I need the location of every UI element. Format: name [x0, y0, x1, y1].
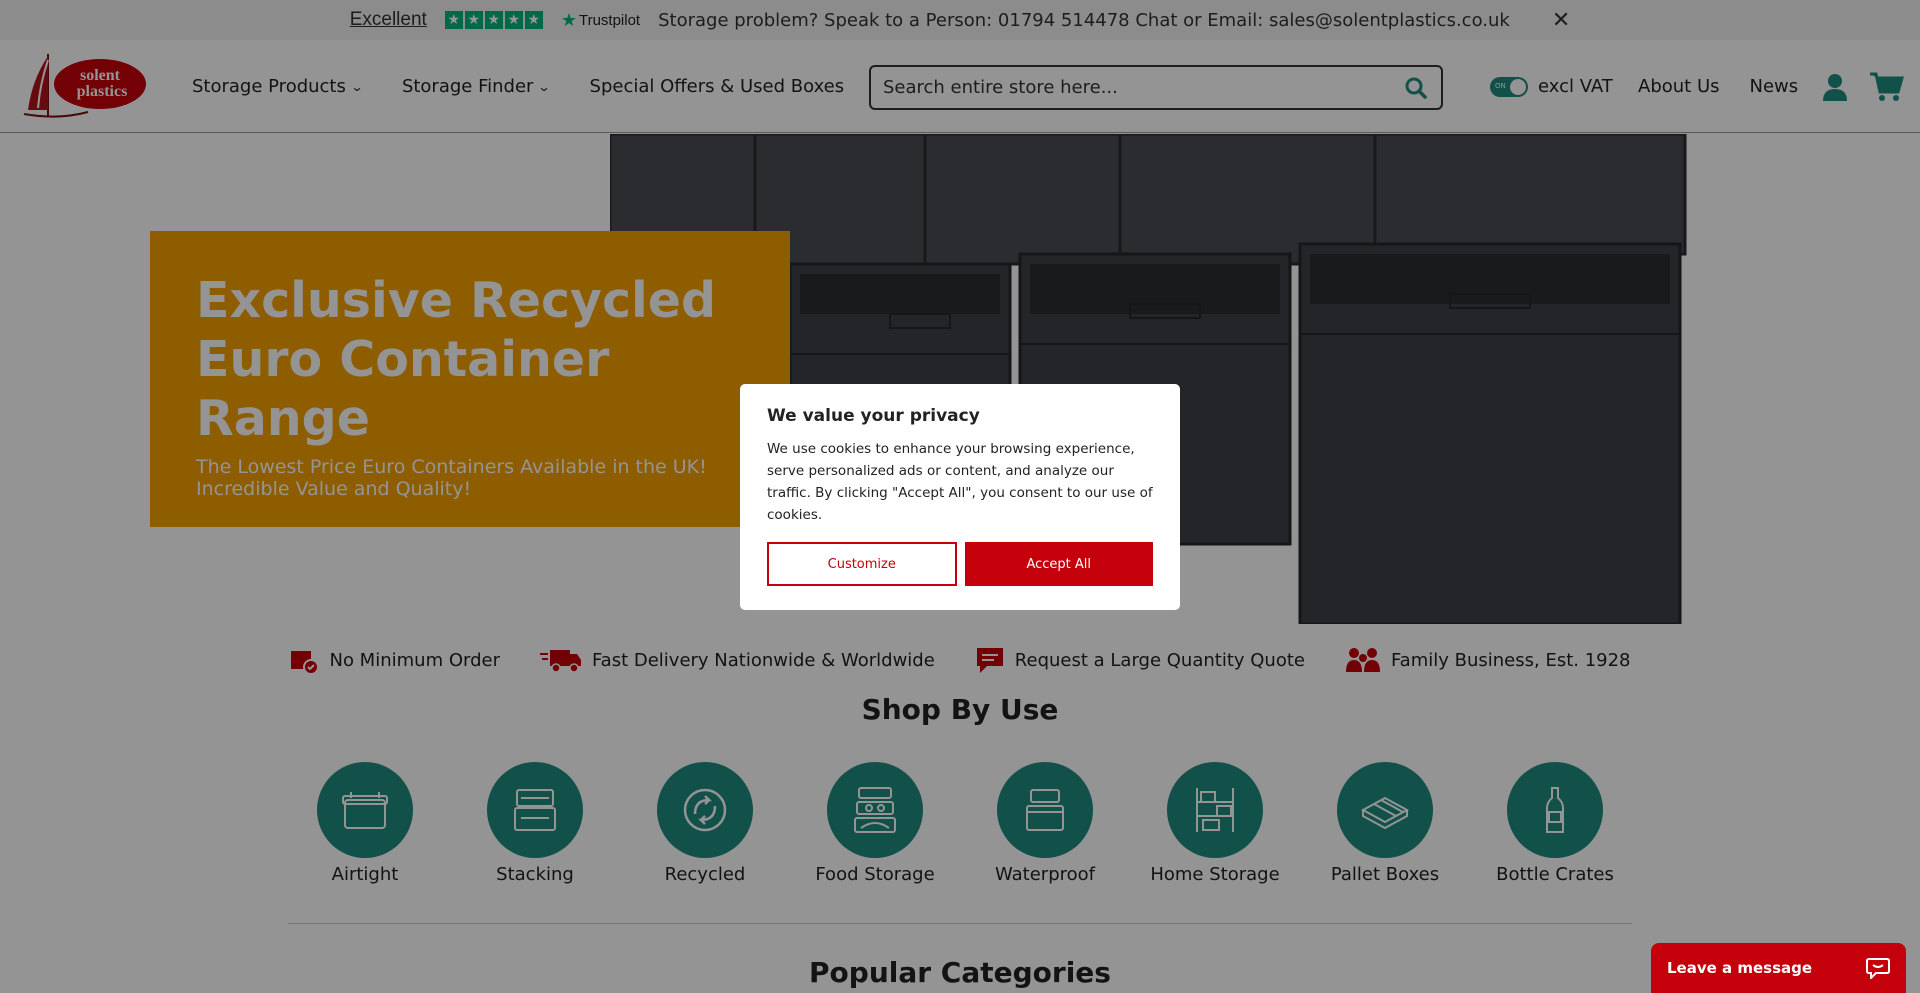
cookie-text: We use cookies to enhance your browsing …: [767, 441, 1153, 523]
customize-button[interactable]: Customize: [767, 542, 957, 586]
chat-bubble-icon: [1866, 958, 1890, 979]
chat-widget[interactable]: Leave a message: [1651, 943, 1906, 993]
cookie-consent-dialog: We value your privacy We use cookies to …: [740, 384, 1180, 610]
accept-all-button[interactable]: Accept All: [964, 542, 1153, 586]
cookie-buttons: Customize Accept All: [767, 542, 1153, 586]
cookie-title: We value your privacy: [767, 406, 980, 426]
chat-label: Leave a message: [1667, 959, 1813, 977]
